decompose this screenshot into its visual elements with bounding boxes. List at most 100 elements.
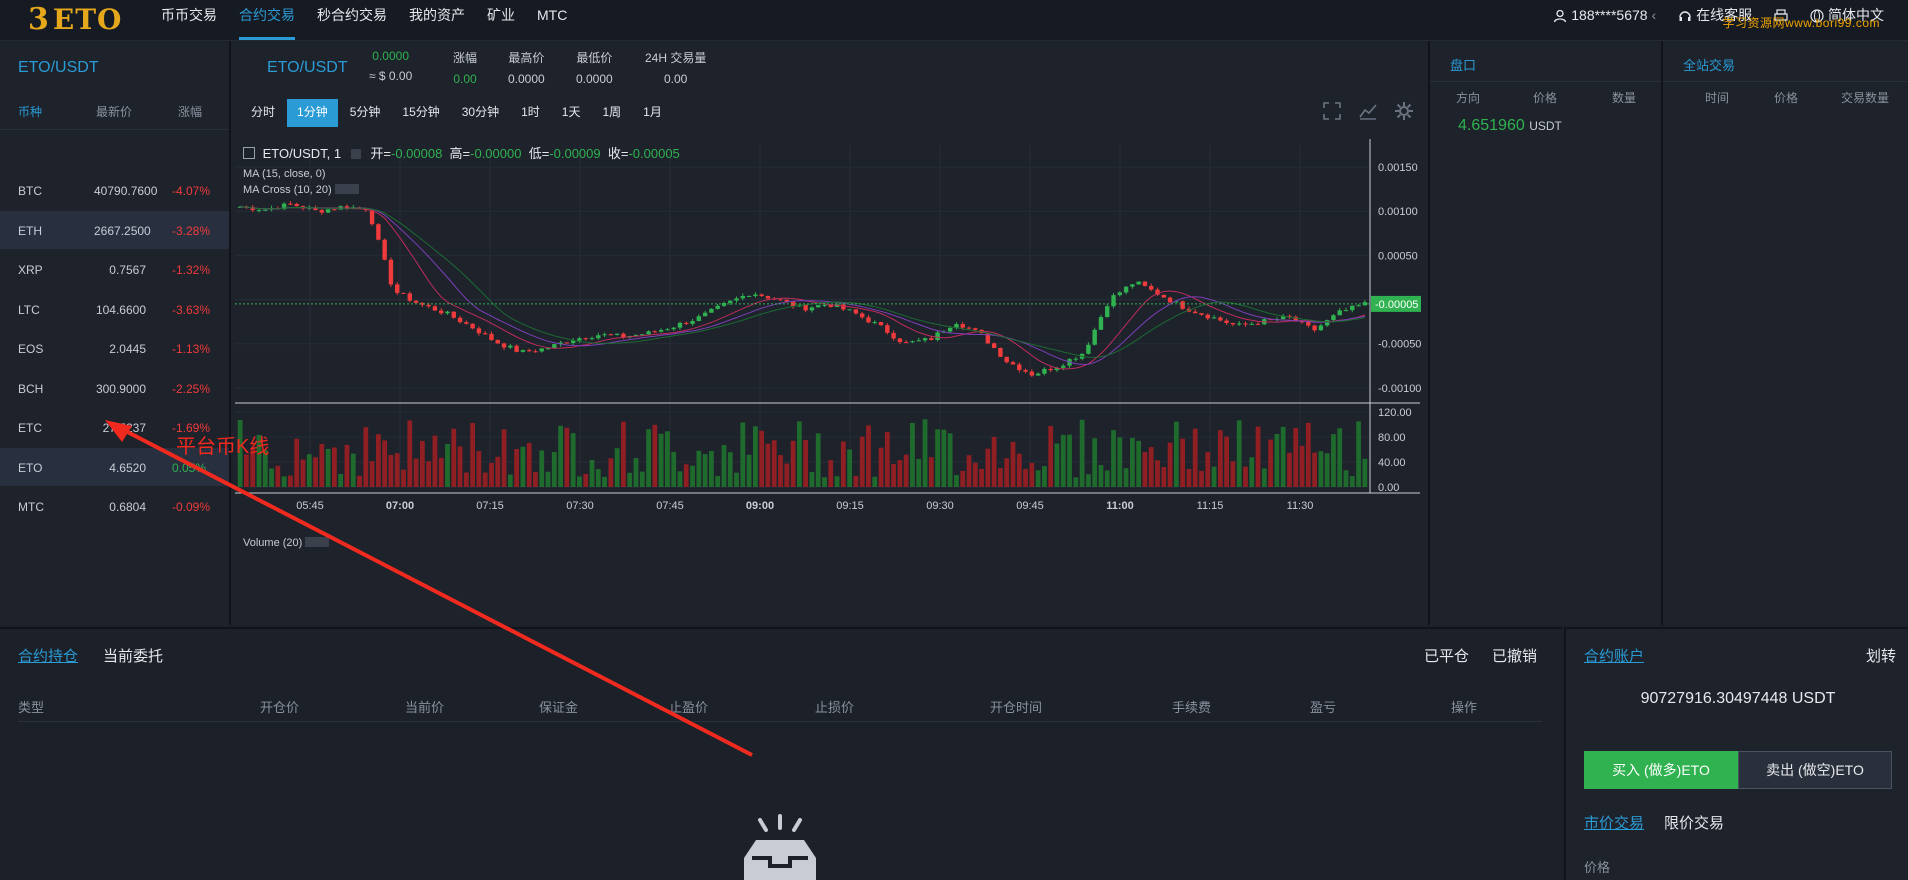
candle-body [369,210,375,225]
fullscreen-icon[interactable] [1322,101,1342,121]
ticker-last-usd: ≈ $ 0.00 [369,69,413,83]
market-row-xrp[interactable]: XRP 0.7567 -1.32% [0,250,229,288]
transfer-link[interactable]: 划转 [1866,645,1896,666]
candle-body [1343,310,1349,312]
volume-bar [1255,426,1261,487]
collapse-legend-icon[interactable] [243,147,255,159]
volume-bar [771,440,777,487]
volume-tick-label: 0.00 [1378,482,1399,494]
volume-bar [539,450,545,487]
candle-body [294,203,299,207]
market-row-mtc[interactable]: MTC 0.6804 -0.09% [0,487,229,525]
candle-body [947,327,953,332]
col-take-profit: 止盈价 [669,700,709,715]
volume-bar [1004,458,1010,487]
market-list-header: 币种 最新价 涨幅 [0,103,229,130]
tab-contract-holdings[interactable]: 合约持仓 [18,645,78,666]
nav-mining[interactable]: 矿业 [476,0,526,40]
header-price[interactable]: 最新价 [96,103,132,120]
interval-1[interactable]: 1分钟 [287,99,338,127]
volume-bar [281,476,287,487]
legend-macross: MA Cross (10, 20) [243,184,680,196]
legend-settings-icon[interactable] [350,149,361,159]
contract-account-title[interactable]: 合约账户 [1584,645,1644,666]
volume-bar [709,450,714,487]
volume-bar [985,448,991,487]
ticker-change-label: 涨幅 [453,51,478,65]
market-change: -0.09% [172,500,211,514]
legend-volume-controls-icon[interactable] [305,537,330,547]
indicators-icon[interactable] [1358,101,1378,121]
time-tick-label: 09:30 [926,500,954,512]
nav-contract-trading[interactable]: 合约交易 [228,0,306,40]
interval-3[interactable]: 15分钟 [392,99,449,127]
account-balance: 90727916.30497448 USDT [1640,690,1836,707]
nav-spot-trading[interactable]: 币币交易 [150,0,228,40]
candle-body [665,329,670,331]
volume-bar [1098,465,1104,487]
volume-bar [482,472,488,487]
user-account-menu[interactable]: 188****5678 ‹ [1553,7,1656,23]
market-row-ltc[interactable]: LTC 104.6600 -3.63% [0,290,229,328]
time-tick-label: 07:45 [656,500,684,512]
buy-long-button[interactable]: 买入 (做多)ETO [1584,751,1738,789]
settings-gear-icon[interactable] [1394,101,1414,121]
candle-body [715,305,720,309]
volume-bar [1230,461,1236,487]
time-tick-label: 09:15 [836,500,864,512]
market-row-bch[interactable]: BCH 300.9000 -2.25% [0,369,229,407]
candle-body [1236,323,1242,325]
legend-macross-controls-icon[interactable] [334,184,359,194]
interval-6[interactable]: 1天 [552,99,591,127]
interval-0[interactable]: 分时 [241,99,285,127]
sell-short-button[interactable]: 卖出 (做空)ETO [1738,751,1892,789]
volume-bar [979,468,984,487]
volume-bar [426,461,432,487]
nav-second-contract[interactable]: 秒合约交易 [306,0,398,40]
closed-positions-link[interactable]: 已平仓 [1424,645,1469,666]
nav-my-assets[interactable]: 我的资产 [398,0,476,40]
volume-bar [765,443,771,487]
interval-7[interactable]: 1周 [592,99,631,127]
candle-body [552,344,557,349]
time-tick-label: 07:30 [566,500,594,512]
candle-body [1167,297,1173,303]
candle-body [526,350,532,352]
market-change: -2.25% [172,381,211,396]
volume-bar [683,464,689,487]
volume-bar [828,460,834,487]
tab-market-order[interactable]: 市价交易 [1584,812,1644,833]
volume-bar [671,452,677,487]
volume-bar [602,476,607,487]
candle-body [878,322,884,326]
cancelled-orders-link[interactable]: 已撤销 [1492,645,1537,666]
market-row-btc[interactable]: BTC 40790.7600 -4.07% [0,171,229,209]
volume-bar [551,452,557,487]
interval-8[interactable]: 1月 [633,99,672,127]
candle-body [709,308,714,313]
brand-logo[interactable]: 3 ETO [28,2,122,37]
interval-4[interactable]: 30分钟 [452,99,509,127]
chevron-left-icon: ‹ [1651,6,1657,23]
header-change[interactable]: 涨幅 [178,103,202,120]
legend-high-value: -0.00000 [470,146,522,161]
candle-body [376,224,381,240]
volume-bar [734,472,739,487]
volume-bar [1123,468,1129,487]
candle-body [734,298,739,301]
candle-body [960,324,965,328]
interval-5[interactable]: 1时 [511,99,550,127]
volume-bar [891,464,896,487]
volume-bar [658,433,664,487]
interval-2[interactable]: 5分钟 [340,99,391,127]
candle-body [1073,358,1079,360]
volume-bar [1054,443,1060,487]
candle-body [847,309,852,311]
header-coin[interactable]: 币种 [18,103,42,120]
market-row-eos[interactable]: EOS 2.0445 -1.13% [0,329,229,367]
market-row-eth[interactable]: ETH 2667.2500 -3.28% [0,210,229,249]
tab-limit-order[interactable]: 限价交易 [1664,812,1724,833]
tab-current-orders[interactable]: 当前委托 [103,645,163,666]
nav-mtc[interactable]: MTC [526,0,578,40]
market-price: 0.7567 [109,263,146,277]
